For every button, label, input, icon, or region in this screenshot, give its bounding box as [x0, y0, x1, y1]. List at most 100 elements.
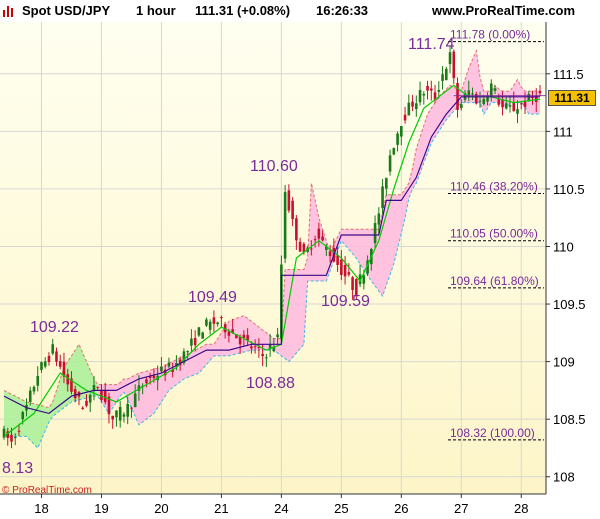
candle-body: [115, 410, 118, 418]
chart-icon[interactable]: [2, 4, 16, 18]
price-chart[interactable]: 111.78 (0.00%) 110.46 (38.20%) 110.05 (50.…: [0, 0, 600, 519]
candle-body: [32, 386, 36, 392]
candle-body: [152, 375, 156, 379]
x-tick-label: 20: [154, 501, 168, 516]
candle-body: [276, 334, 279, 338]
candle-body: [81, 407, 85, 409]
y-tick-label: 111: [553, 124, 573, 139]
candle-body: [512, 101, 516, 112]
candle-body: [122, 414, 126, 417]
price-change: 111.31 (+0.08%): [195, 3, 291, 18]
candle-body: [418, 89, 422, 103]
candle-body: [145, 379, 148, 384]
x-tick-label: 26: [394, 501, 408, 516]
candle-body: [227, 331, 231, 336]
price-annotation: 8.13: [2, 460, 33, 477]
candle-body: [103, 389, 107, 403]
candle-body: [321, 236, 324, 241]
candle-body: [85, 400, 88, 406]
x-tick-label: 21: [214, 501, 228, 516]
candle-body: [310, 248, 313, 250]
candle-body: [411, 101, 414, 107]
candle-body: [504, 103, 508, 109]
candle-body: [193, 338, 197, 346]
candle-body: [261, 353, 264, 357]
candle-body: [403, 114, 407, 121]
candle-body: [441, 74, 444, 81]
timeframe[interactable]: 1 hour: [136, 3, 176, 18]
candle-body: [238, 336, 242, 345]
candle-body: [96, 386, 100, 388]
candle-body: [317, 228, 321, 239]
candle-body: [478, 100, 482, 102]
candle-body: [36, 375, 40, 386]
candle-body: [111, 415, 114, 420]
last-price-marker: 111.31: [548, 90, 596, 106]
candle-body: [482, 98, 486, 105]
candle-body: [373, 223, 377, 244]
candle-body: [336, 255, 339, 266]
candle-body: [422, 93, 426, 96]
y-tick-label: 109.5: [553, 297, 586, 312]
price-annotation: 109.49: [188, 289, 237, 306]
candle-body: [471, 93, 474, 95]
candle-body: [212, 317, 216, 324]
candle-body: [88, 394, 92, 403]
candle-body: [444, 68, 448, 81]
candle-body: [362, 275, 366, 284]
candle-body: [486, 97, 489, 102]
candle-body: [43, 361, 47, 367]
site-link[interactable]: www.ProRealTime.com: [432, 3, 575, 18]
candle-body: [51, 344, 55, 354]
candle-body: [298, 241, 302, 252]
candle-body: [426, 85, 429, 91]
candle-body: [392, 148, 396, 155]
candle-body: [190, 338, 193, 346]
candle-body: [58, 361, 62, 367]
price-annotation: 109.59: [321, 293, 370, 310]
candle-body: [287, 190, 291, 211]
y-tick-label: 108: [553, 470, 575, 485]
candle-body: [10, 434, 13, 442]
candle-body: [291, 200, 294, 220]
candle-body: [55, 351, 58, 362]
price-annotation: 109.22: [30, 319, 79, 336]
candle-body: [459, 104, 463, 109]
candle-body: [47, 355, 51, 363]
candle-body: [340, 259, 343, 275]
candle-body: [313, 239, 317, 241]
candle-body: [489, 83, 493, 97]
y-tick-label: 110.5: [553, 182, 585, 197]
price-annotation: 108.88: [246, 375, 295, 392]
y-tick-label: 111.5: [553, 67, 584, 82]
price-annotation: 111.74: [408, 36, 455, 53]
candle-body: [220, 317, 223, 319]
candle-body: [253, 346, 257, 348]
candle-body: [17, 430, 21, 432]
y-tick-label: 108.5: [553, 412, 586, 427]
candle-body: [167, 362, 171, 367]
copyright: © ProRealTime.com: [2, 485, 92, 496]
candle-body: [265, 357, 268, 359]
timestamp: 16:26:33: [316, 3, 369, 18]
candle-body: [381, 186, 384, 209]
x-axis: 18 19 20 21 24 25 26 27 28: [34, 494, 528, 516]
fib-level-label: 110.46 (38.20%): [450, 180, 538, 194]
candle-body: [351, 277, 354, 291]
x-tick-label: 27: [454, 501, 468, 516]
candle-body: [396, 133, 399, 145]
instrument-name: Spot USD/JPY: [22, 3, 111, 18]
candle-body: [538, 90, 542, 94]
y-tick-label: 109: [553, 355, 575, 370]
candle-body: [28, 390, 32, 402]
candle-body: [197, 327, 201, 336]
candle-body: [21, 412, 25, 420]
candle-body: [448, 52, 452, 65]
candle-body: [208, 321, 212, 330]
candle-body: [186, 351, 189, 353]
candle-body: [130, 407, 133, 409]
candle-body: [407, 102, 411, 116]
candle-body: [118, 406, 122, 421]
candle-body: [295, 218, 298, 241]
candle-body: [201, 332, 204, 339]
